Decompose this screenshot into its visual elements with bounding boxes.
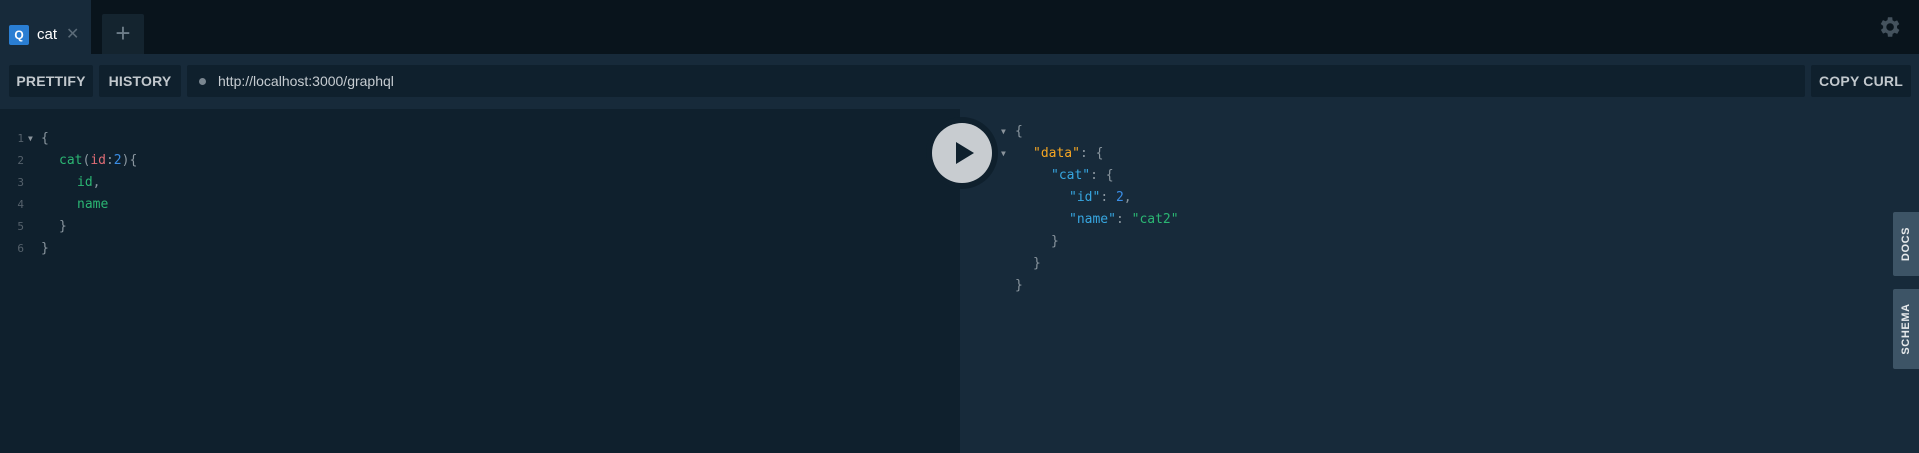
result-line: } (1015, 278, 1023, 293)
json-key: "name" (1069, 212, 1116, 227)
code-line: } (59, 219, 67, 234)
code-line: name (77, 197, 109, 212)
endpoint-input[interactable]: http://localhost:3000/graphql (187, 65, 1805, 97)
punc-token: , (92, 175, 101, 190)
result-line: { (1015, 124, 1023, 139)
result-line: } (1051, 234, 1059, 249)
line-number: 4 (17, 198, 24, 211)
schema-tab[interactable]: SCHEMA (1893, 289, 1919, 369)
query-tab[interactable]: Q cat ✕ (0, 0, 91, 54)
history-button[interactable]: HISTORY (99, 65, 181, 97)
number-token: 2 (113, 153, 122, 168)
json-string: "cat2" (1131, 212, 1179, 227)
json-key: "id" (1069, 190, 1101, 205)
line-number: 2 (17, 154, 24, 167)
code-line: cat(id:2){ (59, 150, 137, 172)
status-dot-icon (199, 78, 206, 85)
result-line: "data": { (1033, 143, 1103, 165)
query-editor[interactable]: 1 ▼ { 2 cat(id:2){ 3 id, 4 name 5 } 6 } (0, 109, 960, 453)
query-tab-badge: Q (9, 25, 29, 45)
field-token: id (77, 175, 93, 190)
line-number: 1 (17, 132, 24, 145)
new-tab-button[interactable]: + (102, 14, 144, 54)
field-token: cat (59, 153, 83, 168)
caret-down-icon[interactable]: ▼ (28, 128, 33, 150)
line-number: 5 (17, 220, 24, 233)
punc-token: : (105, 153, 114, 168)
tab-bar: Q cat ✕ + (0, 0, 1919, 54)
result-line: "cat": { (1051, 165, 1114, 187)
caret-down-icon[interactable]: ▼ (1001, 143, 1006, 165)
json-key: "data" (1033, 146, 1080, 161)
punc-token: : { (1090, 168, 1114, 183)
schema-tab-label: SCHEMA (1900, 303, 1912, 355)
punc-token: , (1123, 190, 1132, 205)
docs-tab[interactable]: DOCS (1893, 212, 1919, 276)
run-query-button[interactable] (932, 123, 992, 183)
endpoint-url[interactable]: http://localhost:3000/graphql (218, 65, 394, 97)
line-number: 3 (17, 176, 24, 189)
arg-token: id (90, 153, 106, 168)
prettify-button[interactable]: PRETTIFY (9, 65, 93, 97)
close-icon[interactable]: ✕ (66, 25, 79, 45)
code-line: id, (77, 172, 100, 194)
result-viewer: ▼ { ▼ "data": { "cat": { "id": 2, "name"… (960, 109, 1919, 453)
play-icon (956, 142, 974, 164)
line-number: 6 (17, 242, 24, 255)
copy-curl-button[interactable]: COPY CURL (1811, 65, 1911, 97)
punc-token: : (1115, 212, 1132, 227)
docs-tab-label: DOCS (1900, 226, 1912, 262)
code-line: } (41, 241, 49, 256)
code-line: { (41, 131, 49, 146)
json-number: 2 (1115, 190, 1124, 205)
gear-icon[interactable] (1876, 14, 1902, 40)
json-key: "cat" (1051, 168, 1091, 183)
punc-token: : (1100, 190, 1116, 205)
query-tab-title[interactable]: cat (37, 25, 57, 45)
caret-down-icon[interactable]: ▼ (1001, 121, 1006, 143)
toolbar: PRETTIFY HISTORY http://localhost:3000/g… (0, 54, 1919, 109)
result-line: } (1033, 256, 1041, 271)
run-button-ring (926, 117, 998, 189)
result-line: "id": 2, (1069, 187, 1132, 209)
result-line: "name": "cat2" (1069, 209, 1179, 231)
punc-token: : { (1079, 146, 1104, 161)
punc-token: { (129, 153, 138, 168)
